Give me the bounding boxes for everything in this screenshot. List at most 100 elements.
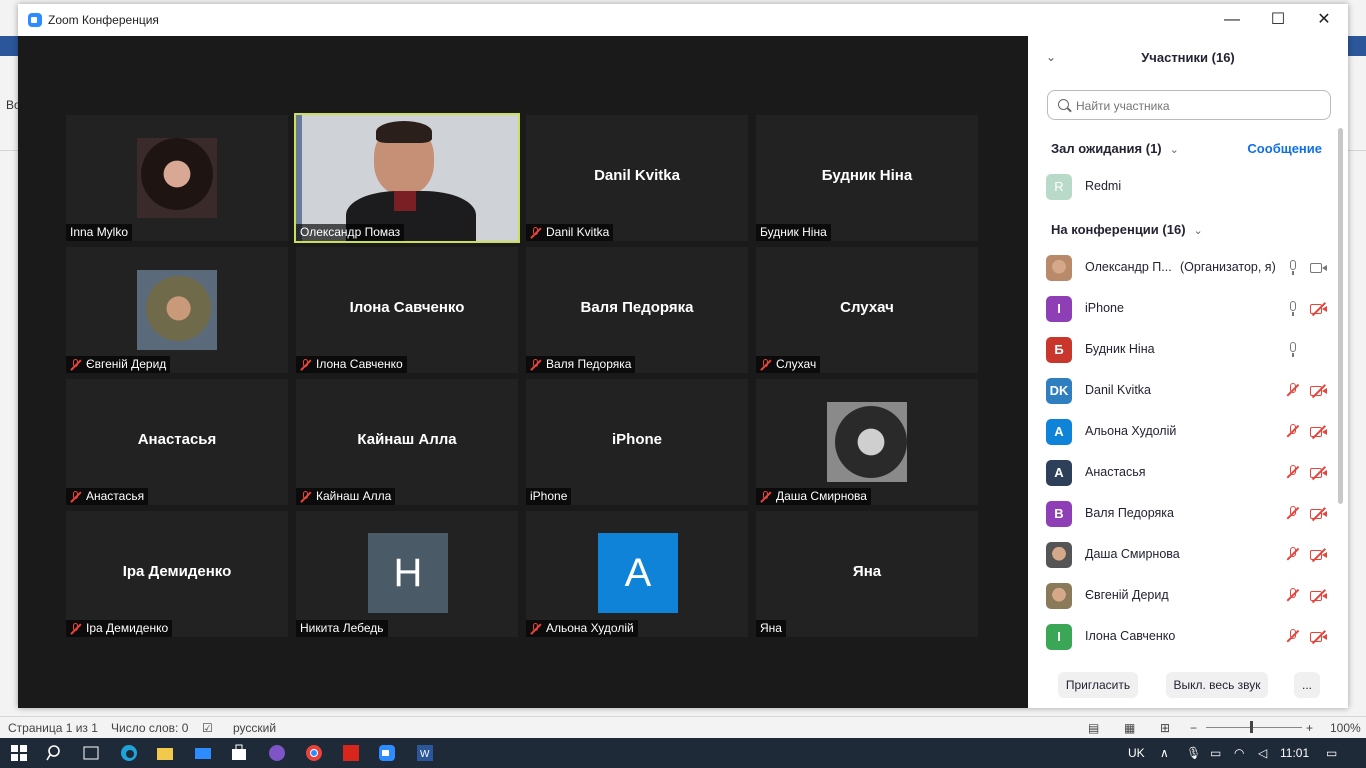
battery-icon[interactable]: ▭ [1210, 746, 1221, 760]
participant-name: Будник Ніна [1085, 342, 1155, 356]
wifi-icon[interactable]: ◠ [1234, 746, 1244, 760]
participant-row[interactable]: Євгеній Дерид [1046, 581, 1331, 611]
video-tile[interactable]: Слухач Слухач [756, 247, 978, 373]
microphone-icon[interactable] [1286, 301, 1300, 317]
video-tile[interactable]: Валя Педоряка Валя Педоряка [526, 247, 748, 373]
language[interactable]: русский [233, 721, 276, 735]
microphone-icon[interactable]: 🎙 [1186, 746, 1201, 760]
task-view-icon[interactable] [82, 744, 100, 762]
camera-off-icon [1310, 466, 1328, 480]
clock[interactable]: 11:01 [1280, 746, 1309, 760]
video-tile[interactable]: Олександр Помаз [294, 113, 520, 243]
video-tile[interactable]: A Альона Худолій [526, 511, 748, 637]
muted-mic-icon[interactable] [1286, 506, 1300, 522]
participant-row[interactable]: DK Danil Kvitka [1046, 376, 1331, 406]
microphone-icon[interactable] [1286, 342, 1300, 358]
windows-start-icon[interactable] [10, 744, 28, 762]
zoom-in-icon[interactable]: + [1306, 721, 1313, 735]
camera-off-icon [1310, 384, 1328, 398]
notification-icon[interactable]: ▭ [1326, 746, 1337, 760]
participant-row[interactable]: IiPhone [1046, 294, 1331, 324]
video-tile[interactable]: Даша Смирнова [756, 379, 978, 505]
store-icon[interactable] [230, 744, 248, 762]
web-layout-icon[interactable]: ⊞ [1160, 721, 1170, 735]
tile-name-label: Євгеній Дерид [66, 356, 171, 373]
participant-row[interactable]: A Анастасья [1046, 458, 1331, 488]
video-tile[interactable]: Іра Демиденко Іра Демиденко [66, 511, 288, 637]
waiting-participant[interactable]: R Redmi [1046, 172, 1331, 202]
mail-icon[interactable] [194, 744, 212, 762]
waiting-room-header[interactable]: Зал ожидания (1) ⌄ [1051, 141, 1179, 156]
word-count[interactable]: Число слов: 0 [111, 721, 188, 735]
chevron-up-icon[interactable]: ∧ [1160, 746, 1169, 760]
proofing-icon[interactable]: ☑ [202, 721, 213, 735]
zoom-out-icon[interactable]: − [1190, 721, 1197, 735]
zoom-slider[interactable] [1206, 727, 1302, 728]
participant-row[interactable]: Олександр П... (Организатор, я) [1046, 253, 1331, 283]
video-tile[interactable]: iPhone iPhone [526, 379, 748, 505]
message-button[interactable]: Сообщение [1247, 141, 1322, 156]
muted-mic-icon[interactable] [1286, 383, 1300, 399]
scrollbar[interactable] [1338, 128, 1343, 504]
participant-row[interactable]: Даша Смирнова [1046, 540, 1331, 570]
video-tile[interactable]: Будник Ніна Будник Ніна [756, 115, 978, 241]
edge-icon[interactable] [120, 744, 138, 762]
video-tile[interactable]: Inna Mylko [66, 115, 288, 241]
participant-name: Олександр П... [1085, 260, 1172, 274]
file-explorer-icon[interactable] [156, 744, 174, 762]
participant-row[interactable]: B Валя Педоряка [1046, 499, 1331, 529]
tile-name: Яна [760, 621, 782, 635]
search-icon[interactable] [46, 744, 64, 762]
participant-row[interactable]: A Альона Худолій [1046, 417, 1331, 447]
muted-mic-icon [760, 490, 771, 503]
tile-center-name: Валя Педоряка [580, 299, 694, 316]
read-mode-icon[interactable]: ▤ [1088, 721, 1099, 735]
zoom-slider-thumb[interactable] [1250, 721, 1253, 733]
participant-row[interactable]: I Ілона Савченко [1046, 622, 1331, 652]
tile-name-label: Слухач [756, 356, 821, 373]
volume-icon[interactable]: ◁ [1258, 746, 1267, 760]
maximize-button[interactable]: ☐ [1258, 8, 1298, 32]
mute-all-button[interactable]: Выкл. весь звук [1166, 672, 1268, 698]
avatar: A [1046, 419, 1072, 445]
invite-button[interactable]: Пригласить [1058, 672, 1138, 698]
viber-icon[interactable] [268, 744, 286, 762]
video-tile[interactable]: Н Никита Лебедь [296, 511, 518, 637]
video-tile[interactable]: Євгеній Дерид [66, 247, 288, 373]
video-tile[interactable]: Кайнаш Алла Кайнаш Алла [296, 379, 518, 505]
keyboard-language[interactable]: UK [1128, 746, 1145, 760]
search-box[interactable] [1047, 90, 1331, 120]
close-button[interactable]: ✕ [1304, 8, 1344, 32]
avatar: B [1046, 501, 1072, 527]
muted-mic-icon[interactable] [1286, 424, 1300, 440]
search-input[interactable] [1074, 95, 1328, 117]
microphone-icon[interactable] [1286, 260, 1300, 276]
zoom-level[interactable]: 100% [1330, 721, 1361, 735]
video-tile[interactable]: Ілона Савченко Ілона Савченко [296, 247, 518, 373]
zoom-taskbar-icon[interactable] [378, 744, 396, 762]
muted-mic-icon[interactable] [1286, 629, 1300, 645]
video-tile[interactable]: Анастасья Анастасья [66, 379, 288, 505]
minimize-button[interactable]: — [1212, 8, 1252, 32]
acrobat-icon[interactable] [342, 744, 360, 762]
participant-row[interactable]: Б Будник Ніна [1046, 335, 1331, 365]
muted-mic-icon[interactable] [1286, 547, 1300, 563]
avatar-photo [1046, 583, 1072, 609]
word-icon[interactable]: W [416, 744, 434, 762]
muted-mic-icon[interactable] [1286, 588, 1300, 604]
camera-icon [1310, 262, 1328, 274]
chrome-icon[interactable] [305, 744, 323, 762]
page-count[interactable]: Страница 1 из 1 [8, 721, 98, 735]
title-bar: Zoom Конференция — ☐ ✕ [18, 4, 1348, 36]
tile-name-label: Inna Mylko [66, 224, 133, 241]
collapse-chevron-icon[interactable]: ⌄ [1046, 50, 1056, 64]
muted-mic-icon[interactable] [1286, 465, 1300, 481]
video-tile[interactable]: Danil Kvitka Danil Kvitka [526, 115, 748, 241]
participant-name: Анастасья [1085, 465, 1146, 479]
waiting-room-label: Зал ожидания (1) [1051, 141, 1162, 156]
more-button[interactable]: ... [1294, 672, 1320, 698]
print-layout-icon[interactable]: ▦ [1124, 721, 1135, 735]
video-tile[interactable]: Яна Яна [756, 511, 978, 637]
in-meeting-header[interactable]: На конференции (16) ⌄ [1051, 222, 1203, 237]
tile-name: Євгеній Дерид [86, 357, 167, 371]
